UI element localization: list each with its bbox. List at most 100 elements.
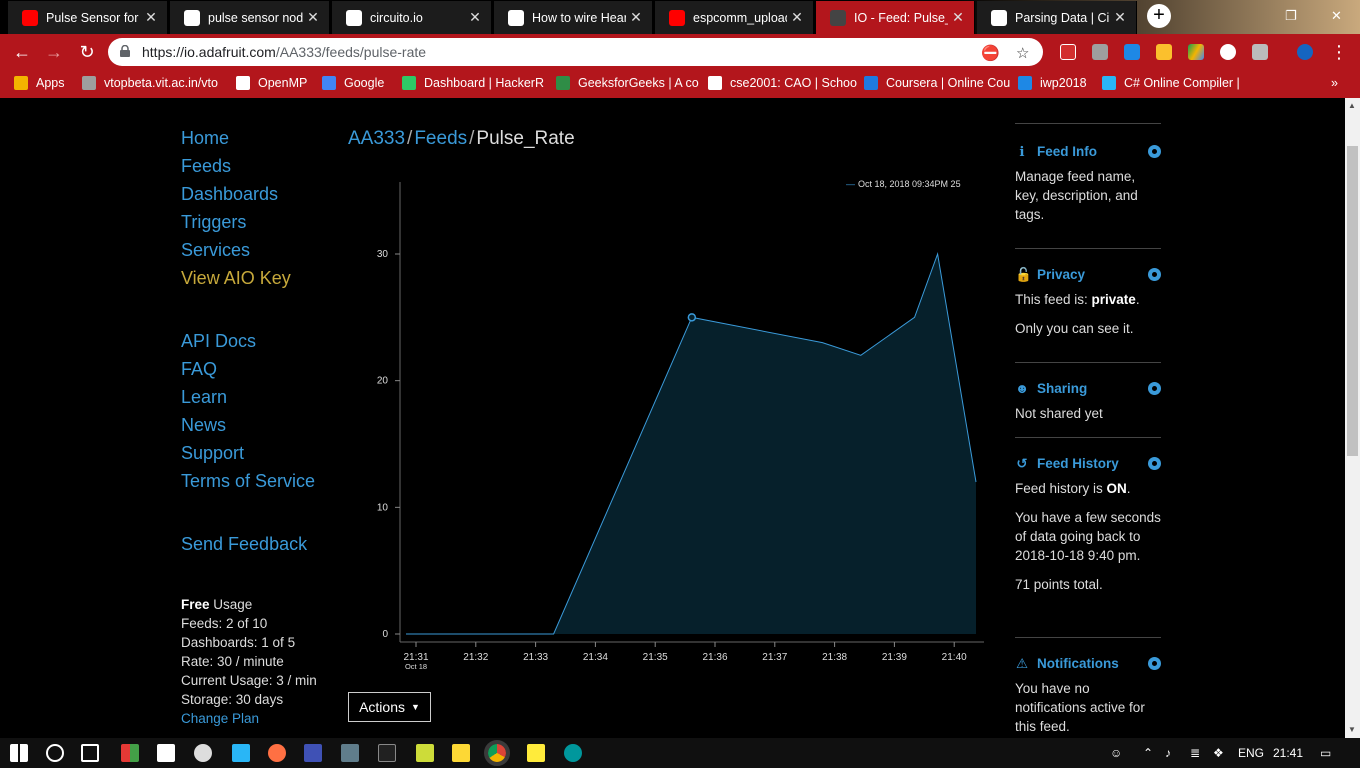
camera-extension-icon[interactable] [1252, 44, 1268, 60]
view-aio-key-link[interactable]: View AIO Key [181, 268, 291, 289]
sidebar-item-terms[interactable]: Terms of Service [181, 471, 315, 492]
extension-arrow-icon[interactable] [1124, 44, 1140, 60]
gear-icon[interactable] [1148, 268, 1161, 281]
feed-info-title[interactable]: Feed Info [1037, 142, 1097, 161]
sidebar-item-services[interactable]: Services [181, 240, 250, 261]
r-language-icon[interactable] [304, 744, 322, 762]
highlighted-data-point[interactable] [687, 313, 697, 322]
clock[interactable]: 21:41 [1273, 746, 1303, 760]
profile-avatar-icon[interactable] [1297, 44, 1313, 60]
feed-history-title[interactable]: Feed History [1037, 454, 1119, 473]
chrome-menu-icon[interactable]: ⋮ [1327, 40, 1351, 64]
notifications-center-icon[interactable]: ▭ [1320, 746, 1331, 760]
change-plan-link[interactable]: Change Plan [181, 709, 317, 728]
people-icon[interactable]: ☺ [1110, 746, 1122, 760]
search-icon[interactable] [46, 744, 64, 762]
language-indicator[interactable]: ENG [1238, 746, 1264, 760]
scroll-up-arrow-icon[interactable]: ▲ [1348, 101, 1356, 110]
sticky-notes-icon[interactable] [527, 744, 545, 762]
google-drive-icon[interactable] [1188, 44, 1204, 60]
sidebar-item-news[interactable]: News [181, 415, 226, 436]
notepad-icon[interactable] [416, 744, 434, 762]
close-tab-icon[interactable]: ✕ [141, 9, 161, 26]
sidebar-item-feeds[interactable]: Feeds [181, 156, 231, 177]
sharing-title[interactable]: Sharing [1037, 379, 1087, 398]
bookmark-item[interactable]: iwp2018 [1018, 76, 1096, 90]
file-explorer-icon[interactable] [452, 744, 470, 762]
bookmark-item[interactable]: Google [322, 76, 396, 90]
app-grid-icon[interactable] [121, 744, 139, 762]
sidebar-item-support[interactable]: Support [181, 443, 244, 464]
feed-chart[interactable]: 010203021:31 21:32 21:33 21:34 21:35 21:36 21:… [348, 168, 988, 688]
chrome-taskbar-icon[interactable] [484, 740, 510, 766]
extension-a-icon[interactable] [1092, 44, 1108, 60]
new-tab-button[interactable]: + [1147, 4, 1171, 28]
speedometer-extension-icon[interactable] [1220, 44, 1236, 60]
more-bookmarks-icon[interactable]: » [1331, 76, 1338, 90]
notifications-title[interactable]: Notifications [1037, 654, 1119, 673]
bookmark-star-icon[interactable]: ☆ [1016, 44, 1029, 62]
bookmark-item[interactable]: Dashboard | HackerR [402, 76, 550, 90]
sidebar-item-learn[interactable]: Learn [181, 387, 227, 408]
send-feedback-link[interactable]: Send Feedback [181, 534, 307, 555]
bookmark-item[interactable]: OpenMP [236, 76, 316, 90]
close-tab-icon[interactable]: ✕ [787, 9, 807, 26]
close-tab-icon[interactable]: ✕ [303, 9, 323, 26]
volume-icon[interactable]: ♪ [1165, 746, 1171, 760]
gear-icon[interactable] [1148, 457, 1161, 470]
blocked-popup-icon[interactable]: ⛔ [981, 44, 1000, 62]
bookmark-item[interactable]: Coursera | Online Cou [864, 76, 1012, 90]
privacy-title[interactable]: Privacy [1037, 265, 1085, 284]
gear-icon[interactable] [1148, 382, 1161, 395]
dropbox-icon[interactable]: ❖ [1213, 746, 1224, 760]
browser-tab[interactable]: IO - Feed: Pulse_R✕ [816, 1, 975, 34]
browser-tab[interactable]: pulse sensor node ✕ [170, 1, 330, 34]
sidebar-item-faq[interactable]: FAQ [181, 359, 217, 380]
browser-tab[interactable]: How to wire Heart ✕ [494, 1, 653, 34]
actions-dropdown-button[interactable]: Actions ▼ [348, 692, 431, 722]
sidebar-item-api-docs[interactable]: API Docs [181, 331, 256, 352]
sidebar-item-home[interactable]: Home [181, 128, 229, 149]
keep-extension-icon[interactable] [1156, 44, 1172, 60]
close-tab-icon[interactable]: ✕ [1110, 9, 1130, 26]
scroll-down-arrow-icon[interactable]: ▼ [1348, 725, 1356, 734]
forward-arrow-icon[interactable]: → [42, 40, 66, 64]
back-arrow-icon[interactable]: ← [10, 40, 34, 64]
scrollbar-thumb[interactable] [1347, 146, 1358, 456]
sidebar-item-triggers[interactable]: Triggers [181, 212, 246, 233]
reload-icon[interactable]: ↻ [75, 40, 99, 64]
task-view-icon[interactable] [81, 744, 99, 762]
gear-icon[interactable] [1148, 145, 1161, 158]
close-window-icon[interactable]: ✕ [1331, 8, 1342, 24]
windows-start-icon[interactable] [10, 744, 28, 762]
adblock-extension-icon[interactable] [1060, 44, 1076, 60]
gear-icon[interactable] [1148, 657, 1161, 670]
settings-icon[interactable] [194, 744, 212, 762]
browser-tab[interactable]: Parsing Data | Circ ✕ [977, 1, 1137, 34]
terminal-icon[interactable] [378, 744, 396, 762]
arduino-icon[interactable] [564, 744, 582, 762]
browser-tab[interactable]: espcomm_upload ✕ [655, 1, 814, 34]
bookmark-item[interactable]: cse2001: CAO | Schoo [708, 76, 858, 90]
store-icon[interactable] [157, 744, 175, 762]
breadcrumb-feeds-link[interactable]: Feeds [414, 128, 467, 149]
browser-tab[interactable]: circuito.io ✕ [332, 1, 492, 34]
bookmark-item[interactable]: Apps [14, 76, 74, 90]
close-tab-icon[interactable]: ✕ [948, 9, 968, 26]
bookmark-item[interactable]: C# Online Compiler | [1102, 76, 1252, 90]
wifi-icon[interactable]: ≣ [1190, 746, 1200, 760]
browser-tab[interactable]: Pulse Sensor for A ✕ [8, 1, 168, 34]
app-icon[interactable] [341, 744, 359, 762]
breadcrumb-user-link[interactable]: AA333 [348, 128, 405, 149]
bookmark-item[interactable]: vtopbeta.vit.ac.in/vto [82, 76, 230, 90]
app-icon[interactable] [232, 744, 250, 762]
chevron-up-icon[interactable]: ⌃ [1143, 746, 1153, 760]
close-tab-icon[interactable]: ✕ [465, 9, 485, 26]
page-scrollbar[interactable]: ▲ ▼ [1345, 98, 1360, 738]
firefox-icon[interactable] [268, 744, 286, 762]
address-bar[interactable]: https://io.adafruit.com/AA333/feeds/puls… [108, 38, 1043, 66]
bookmark-item[interactable]: GeeksforGeeks | A co [556, 76, 702, 90]
close-tab-icon[interactable]: ✕ [626, 9, 646, 26]
restore-window-icon[interactable]: ❐ [1285, 8, 1297, 24]
sidebar-item-dashboards[interactable]: Dashboards [181, 184, 278, 205]
